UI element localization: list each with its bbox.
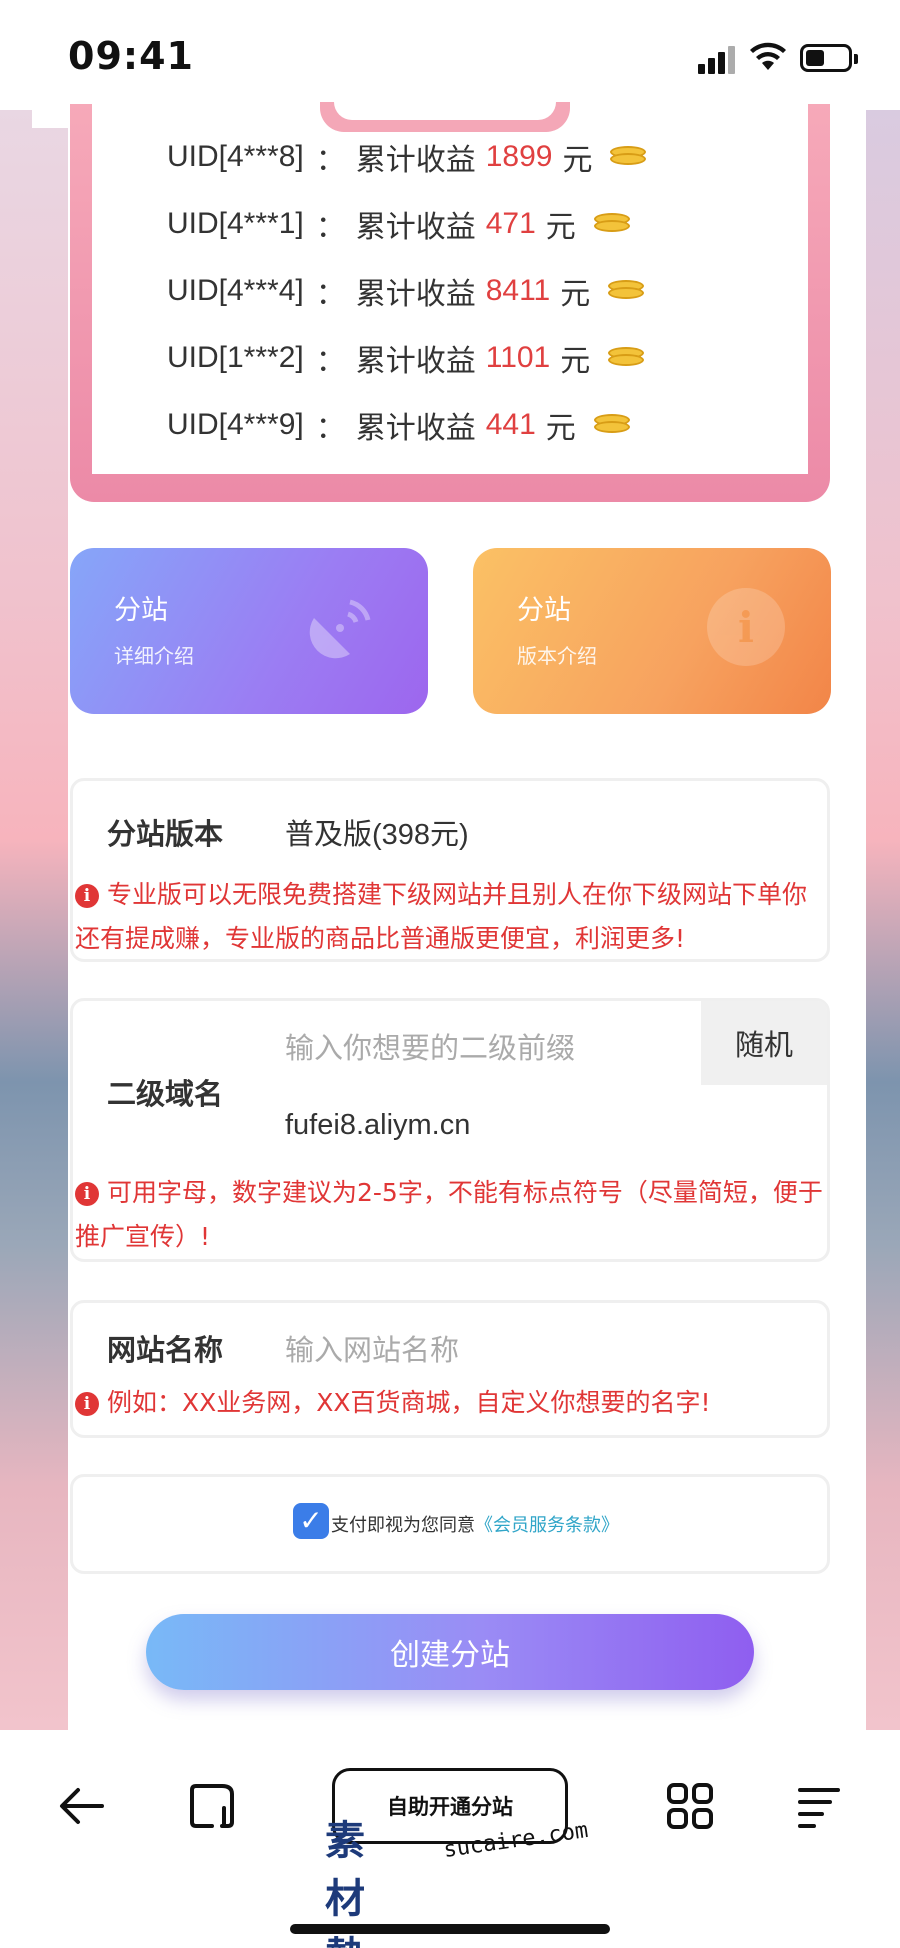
- gold-coins-icon: [608, 146, 648, 168]
- gold-coins-icon: [606, 280, 646, 302]
- version-label: 分站版本: [107, 817, 224, 851]
- separator: ：: [315, 144, 346, 177]
- status-time: 09:41: [68, 34, 194, 78]
- status-bar: 09:41: [0, 0, 900, 110]
- list-item: UID[4***4] ： 累计收益 8411 元: [167, 266, 646, 316]
- warning-icon: i: [75, 1182, 99, 1206]
- version-section: 分站版本 普及版(398元) i 专业版可以无限免费搭建下级网站并且别人在你下级网…: [70, 778, 830, 962]
- domain-hint-text: 可用字母，数字建议为2-5字，不能有标点符号（尽量简短，便于推广宣传）!: [75, 1178, 823, 1251]
- list-item: UID[4***1] ： 累计收益 471 元: [167, 199, 632, 249]
- home-indicator: [290, 1924, 610, 1934]
- currency-unit: 元: [560, 345, 591, 378]
- agreement-checkbox[interactable]: ✓: [293, 1503, 329, 1539]
- uid-text: UID[4***4]: [167, 274, 304, 307]
- create-site-button[interactable]: 创建分站: [146, 1614, 754, 1690]
- site-name-hint-text: 例如：XX业务网，XX百货商城，自定义你想要的名字!: [107, 1388, 711, 1417]
- browser-bottom-bar: 自助开通分站 素材熱 sucaire.com: [0, 1730, 900, 1948]
- earnings-label: 累计收益: [355, 144, 476, 177]
- domain-label: 二级域名: [107, 1077, 224, 1111]
- uid-text: UID[4***8]: [167, 140, 304, 173]
- random-button[interactable]: 随机: [701, 1001, 827, 1085]
- earnings-label: 累计收益: [355, 412, 476, 445]
- gold-coins-icon: [606, 347, 646, 369]
- earnings-label: 累计收益: [355, 211, 476, 244]
- currency-unit: 元: [562, 144, 593, 177]
- feature-card-version[interactable]: 分站 版本介绍 i: [473, 548, 831, 714]
- earnings-amount: 471: [485, 207, 536, 240]
- domain-prefix-input[interactable]: 输入你想要的二级前缀: [285, 1025, 575, 1067]
- gold-coins-icon: [592, 414, 632, 436]
- card-notch: [320, 102, 570, 132]
- earnings-label: 累计收益: [355, 345, 476, 378]
- separator: ：: [315, 211, 346, 244]
- satellite-dish-icon: [309, 599, 371, 659]
- info-circle-icon: i: [707, 588, 785, 666]
- domain-suffix: fufei8.aliym.cn: [285, 1109, 471, 1141]
- earnings-card: UID[4***8] ： 累计收益 1899 元 UID[4***1] ： 累计…: [70, 102, 830, 502]
- agreement-text: 支付即视为您同意《会员服务条款》: [331, 1511, 619, 1537]
- earnings-amount: 1101: [485, 341, 551, 374]
- list-item: UID[4***8] ： 累计收益 1899 元: [167, 132, 648, 182]
- wifi-icon: [750, 42, 786, 70]
- warning-icon: i: [75, 1392, 99, 1416]
- site-name-input[interactable]: 输入网站名称: [285, 1327, 459, 1369]
- uid-text: UID[4***1]: [167, 207, 304, 240]
- earnings-list: UID[4***8] ： 累计收益 1899 元 UID[4***1] ： 累计…: [92, 104, 808, 474]
- version-value[interactable]: 普及版(398元): [285, 811, 469, 853]
- earnings-amount: 1899: [485, 140, 553, 173]
- feature-subtitle: 版本介绍: [517, 644, 597, 668]
- currency-unit: 元: [560, 278, 591, 311]
- uid-text: UID[1***2]: [167, 341, 304, 374]
- currency-unit: 元: [545, 211, 576, 244]
- grid-icon[interactable]: [664, 1780, 716, 1832]
- background-right: [866, 110, 900, 1730]
- terms-link[interactable]: 《会员服务条款》: [475, 1515, 619, 1536]
- domain-section: 二级域名 输入你想要的二级前缀 随机 fufei8.aliym.cn i 可用字母…: [70, 998, 830, 1262]
- agreement-label: 支付即视为您同意: [331, 1515, 475, 1536]
- separator: ：: [315, 412, 346, 445]
- separator: ：: [315, 278, 346, 311]
- currency-unit: 元: [545, 412, 576, 445]
- earnings-amount: 8411: [485, 274, 551, 307]
- uid-text: UID[4***9]: [167, 408, 304, 441]
- list-item: UID[4***9] ： 累计收益 441 元: [167, 400, 632, 450]
- earnings-amount: 441: [485, 408, 536, 441]
- earnings-label: 累计收益: [355, 278, 476, 311]
- warning-icon: i: [75, 884, 99, 908]
- tab-square-icon[interactable]: [186, 1780, 238, 1832]
- gold-coins-icon: [592, 213, 632, 235]
- list-item: UID[1***2] ： 累计收益 1101 元: [167, 333, 646, 383]
- feature-title: 分站: [114, 595, 168, 626]
- version-hint-text: 专业版可以无限免费搭建下级网站并且别人在你下级网站下单你还有提成赚，专业版的商品…: [75, 880, 808, 953]
- domain-hint: i 可用字母，数字建议为2-5字，不能有标点符号（尽量简短，便于推广宣传）!: [75, 1171, 823, 1259]
- feature-card-details[interactable]: 分站 详细介绍: [70, 548, 428, 714]
- separator: ：: [315, 345, 346, 378]
- site-name-label: 网站名称: [107, 1333, 224, 1367]
- version-hint: i 专业版可以无限免费搭建下级网站并且别人在你下级网站下单你还有提成赚，专业版的商…: [75, 873, 823, 961]
- background-left: [0, 110, 68, 1730]
- feature-title: 分站: [517, 595, 571, 626]
- menu-icon[interactable]: [794, 1780, 846, 1832]
- back-arrow-icon[interactable]: [56, 1780, 108, 1832]
- battery-icon: [800, 44, 858, 72]
- site-name-hint: i 例如：XX业务网，XX百货商城，自定义你想要的名字!: [75, 1381, 823, 1425]
- site-name-section: 网站名称 输入网站名称 i 例如：XX业务网，XX百货商城，自定义你想要的名字!: [70, 1300, 830, 1438]
- cellular-signal-icon: [698, 44, 738, 74]
- feature-subtitle: 详细介绍: [114, 644, 194, 668]
- agreement-section: ✓ 支付即视为您同意《会员服务条款》: [70, 1474, 830, 1574]
